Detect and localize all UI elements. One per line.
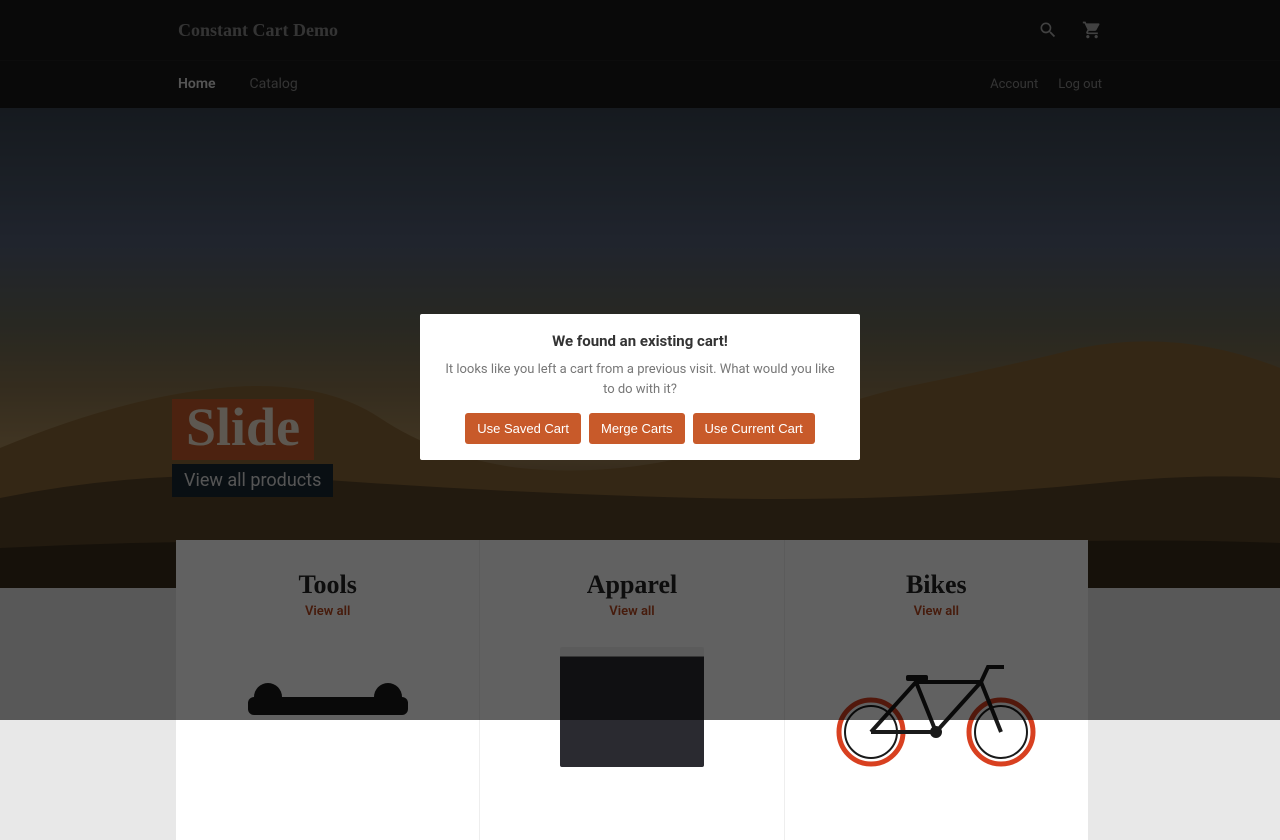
merge-carts-button[interactable]: Merge Carts [589,413,685,444]
modal-message: It looks like you left a cart from a pre… [436,360,844,399]
modal-buttons: Use Saved Cart Merge Carts Use Current C… [436,413,844,444]
use-current-cart-button[interactable]: Use Current Cart [693,413,815,444]
modal-overlay[interactable]: We found an existing cart! It looks like… [0,0,1280,720]
use-saved-cart-button[interactable]: Use Saved Cart [465,413,581,444]
modal-title: We found an existing cart! [436,332,844,350]
existing-cart-modal: We found an existing cart! It looks like… [420,314,860,460]
